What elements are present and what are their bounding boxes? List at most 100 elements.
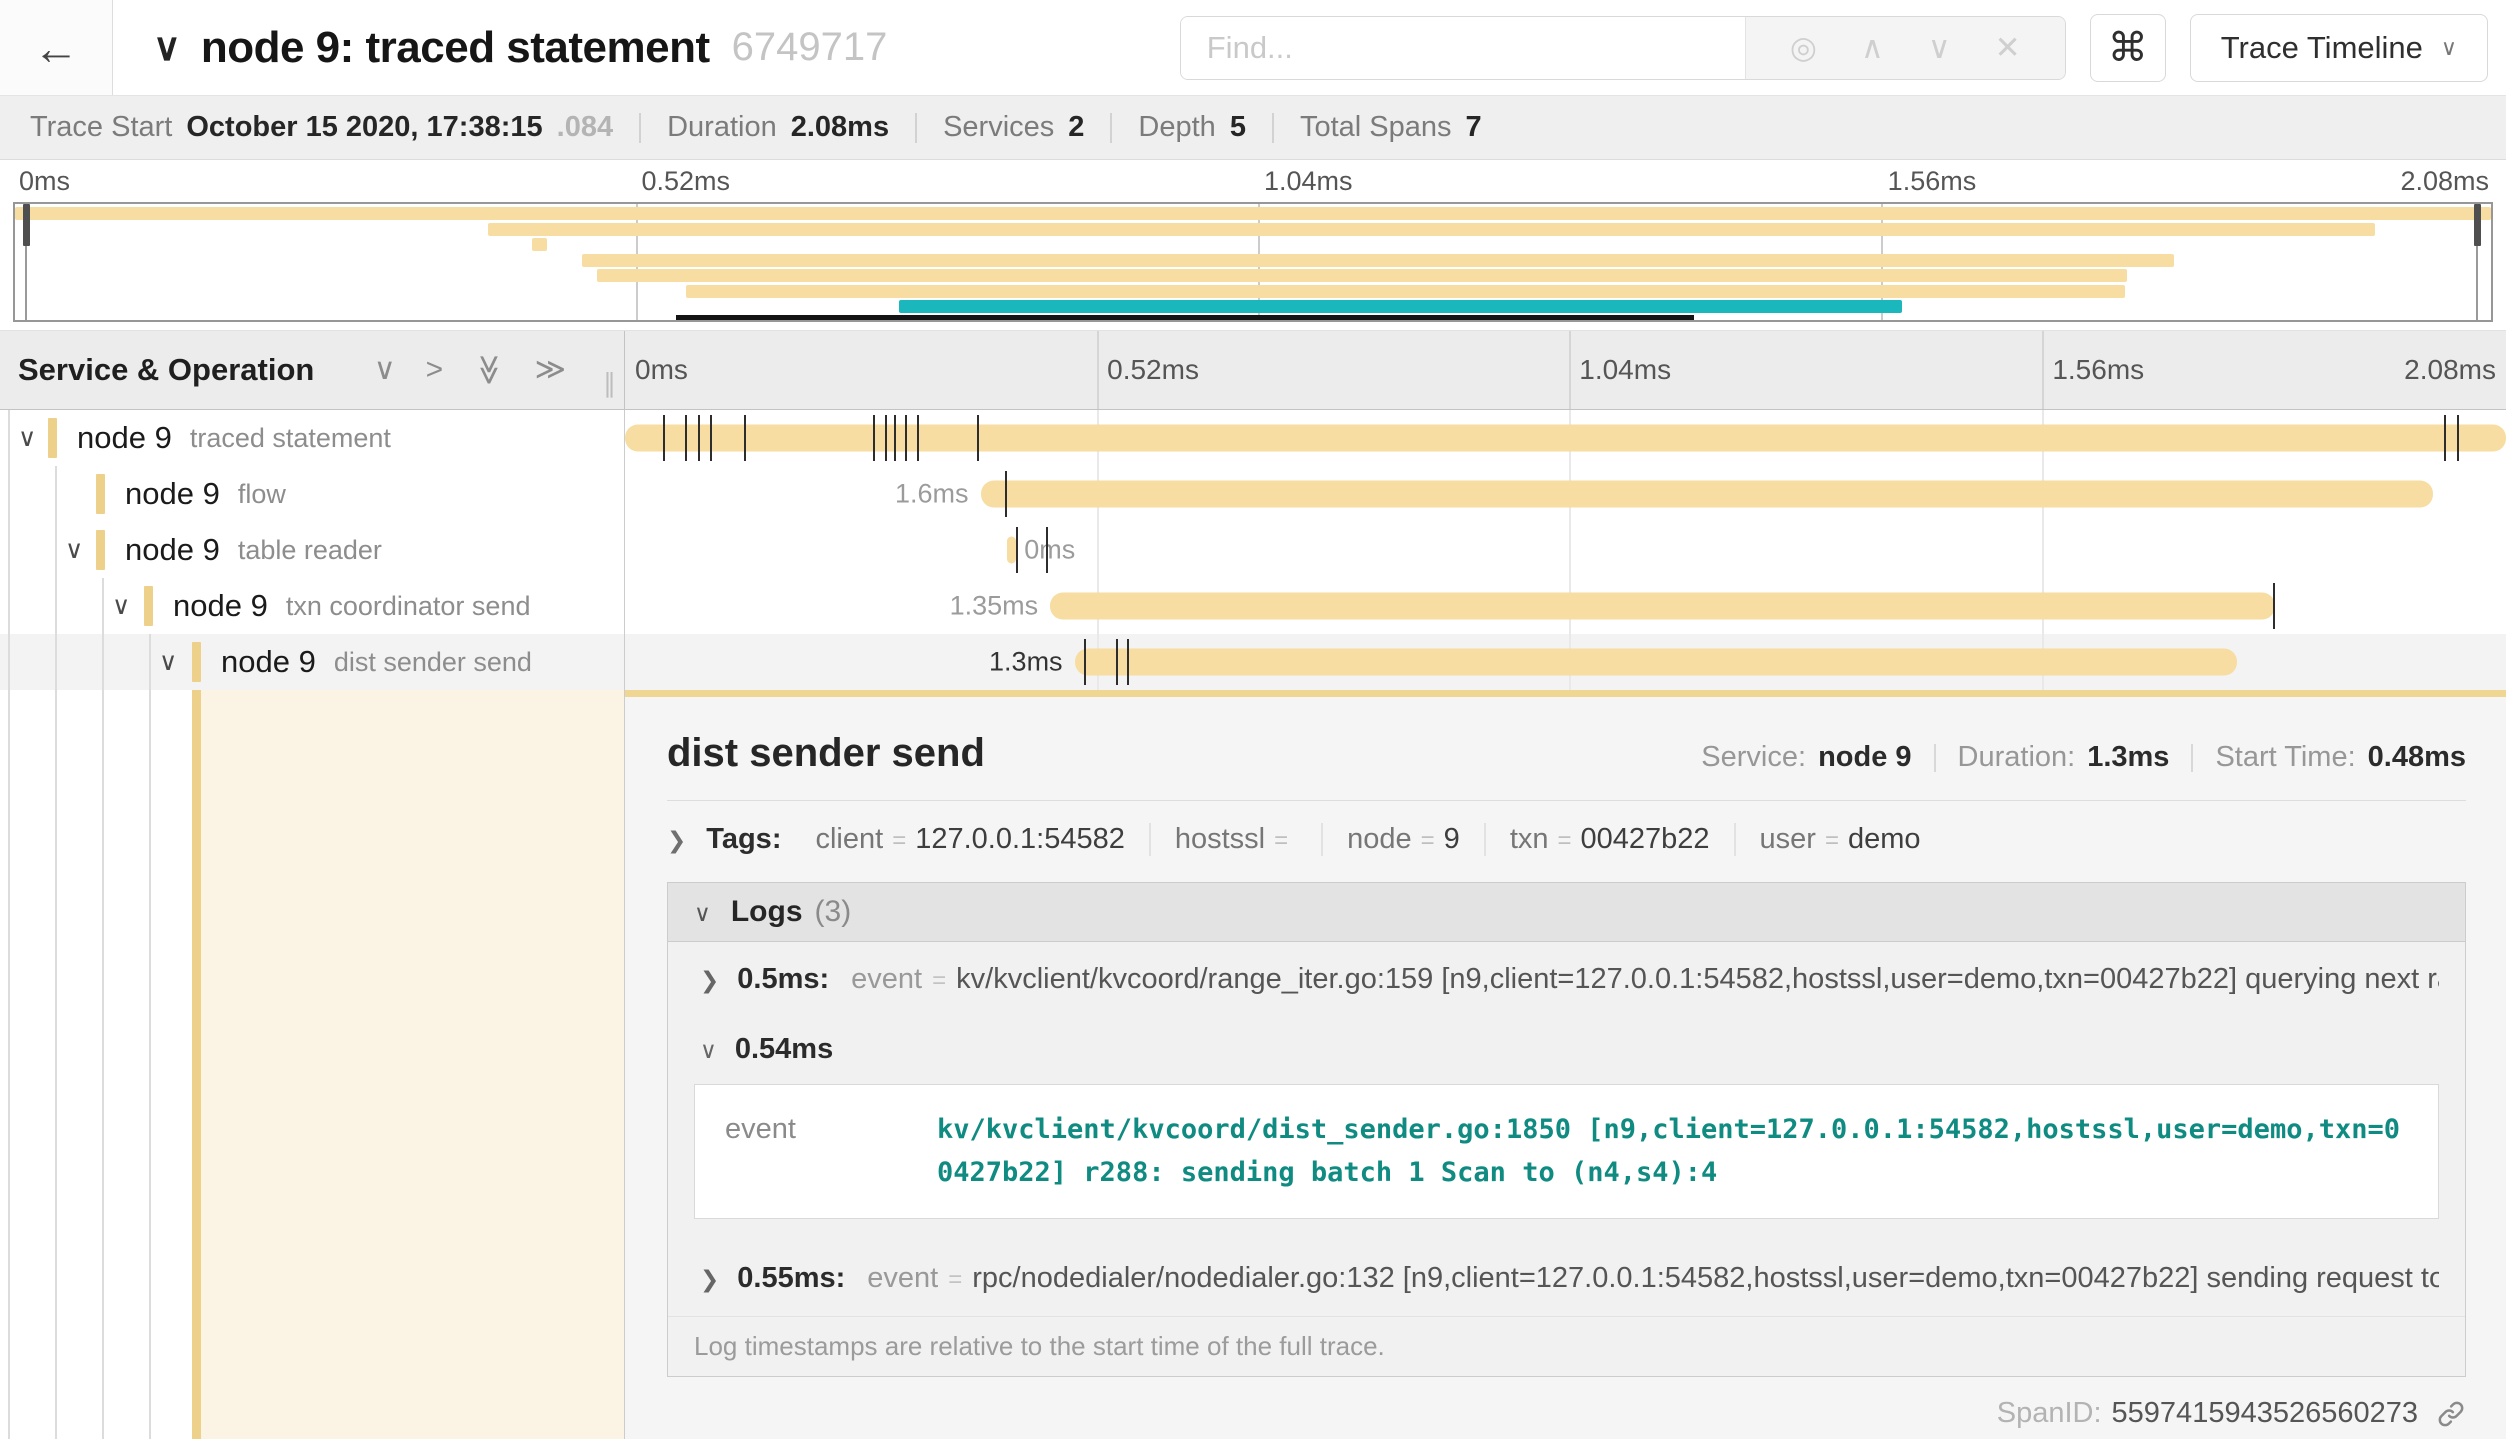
logs-section: ∨ Logs (3) ❯0.5ms:event=kv/kvclient/kvco… xyxy=(667,882,2466,1377)
separator xyxy=(1272,113,1274,143)
clear-search-icon[interactable]: ✕ xyxy=(1995,30,2021,66)
back-arrow-icon: ← xyxy=(33,21,79,75)
span-name-cell[interactable]: node 9flow xyxy=(0,466,625,522)
log-entry-collapsed[interactable]: ❯0.55ms:event=rpc/nodedialer/nodedialer.… xyxy=(668,1241,2465,1316)
span-timeline-cell[interactable] xyxy=(625,410,2506,466)
log-marker-tick xyxy=(2273,583,2275,629)
log-entry-expanded-header[interactable]: ∨0.54ms xyxy=(668,1017,2465,1072)
chevron-down-icon[interactable]: ∨ xyxy=(65,535,83,565)
tag-item: client=127.0.0.1:54582 xyxy=(791,823,1148,856)
summary-label: Duration xyxy=(667,111,777,144)
span-detail-title: dist sender send xyxy=(667,731,985,776)
tags-row[interactable]: ❯ Tags: client=127.0.0.1:54582hostssl=no… xyxy=(667,823,2466,856)
span-detail-panel: dist sender send Service:node 9Duration:… xyxy=(625,690,2506,1439)
span-service-name: node 9 xyxy=(0,588,268,624)
trace-summary-item: Services2 xyxy=(943,111,1084,144)
log-marker-tick xyxy=(1127,639,1129,685)
span-timeline-cell[interactable]: 0ms xyxy=(625,522,2506,578)
tag-value: 00427b22 xyxy=(1581,823,1710,856)
log-marker-tick xyxy=(905,415,907,461)
span-name-cell[interactable]: ∨node 9traced statement xyxy=(0,410,625,466)
span-duration-bar[interactable] xyxy=(1007,537,1016,564)
minimap-canvas[interactable] xyxy=(13,202,2493,322)
tags-list: client=127.0.0.1:54582hostssl=node=9txn=… xyxy=(791,823,1944,856)
back-button[interactable]: ← xyxy=(0,0,113,95)
tree-guide-line xyxy=(8,522,10,578)
log-marker-tick xyxy=(698,415,700,461)
log-field-equals: = xyxy=(932,967,946,995)
separator xyxy=(915,113,917,143)
log-marker-tick xyxy=(744,415,746,461)
minimap-span-bar xyxy=(686,285,2125,298)
log-marker-tick xyxy=(977,415,979,461)
log-entry-collapsed[interactable]: ❯0.5ms:event=kv/kvclient/kvcoord/range_i… xyxy=(668,942,2465,1017)
chevron-right-icon: ❯ xyxy=(700,967,719,994)
link-icon[interactable] xyxy=(2436,1399,2466,1429)
tree-guide-line xyxy=(8,410,10,466)
minimap-scrubber-handle[interactable] xyxy=(23,204,30,246)
chevron-down-icon[interactable]: ∨ xyxy=(374,355,396,385)
log-event-value: kv/kvclient/kvcoord/dist_sender.go:1850 … xyxy=(937,1109,2408,1194)
span-row: ∨node 9 table reader 0ms xyxy=(0,522,2506,578)
chevron-down-icon[interactable]: ∨ xyxy=(159,647,177,677)
minimap-time-label: 0ms xyxy=(19,166,70,197)
detail-meta-value: 1.3ms xyxy=(2087,741,2169,773)
span-name-cell[interactable]: ∨node 9 table reader xyxy=(0,522,625,578)
span-duration-bar[interactable] xyxy=(1050,593,2275,620)
trace-collapse-chevron-icon[interactable]: ∨ xyxy=(153,25,181,70)
chevron-down-icon[interactable]: ∨ xyxy=(112,591,130,621)
next-match-icon[interactable]: ∨ xyxy=(1928,30,1951,66)
trace-page-header: ← ∨ node 9: traced statement 6749717 ◎∧∨… xyxy=(0,0,2506,96)
double-chevron-right-icon[interactable]: ≫ xyxy=(535,355,566,385)
log-marker-tick xyxy=(1084,639,1086,685)
span-name-cell[interactable]: ∨node 9dist sender send xyxy=(0,634,625,690)
double-chevron-down-icon[interactable]: ≫ xyxy=(474,354,504,385)
tag-item: user=demo xyxy=(1734,823,1945,856)
tree-guide-line xyxy=(55,522,57,578)
logs-header[interactable]: ∨ Logs (3) xyxy=(668,883,2465,942)
tree-guide-line xyxy=(149,690,151,1439)
span-duration-bar[interactable] xyxy=(1075,649,2237,676)
logs-count: (3) xyxy=(815,895,852,929)
locate-match-icon[interactable]: ◎ xyxy=(1790,30,1817,66)
chevron-down-icon[interactable]: ∨ xyxy=(18,423,36,453)
span-operation-name: txn coordinator send xyxy=(286,591,531,622)
span-timeline-cell[interactable]: 1.3ms xyxy=(625,634,2506,690)
log-field-equals: = xyxy=(948,1266,962,1294)
span-duration-label: 1.35ms xyxy=(950,591,1039,622)
summary-label: Trace Start xyxy=(30,111,172,144)
span-id-value: 5597415943526560273 xyxy=(2112,1397,2418,1430)
tag-key: hostssl xyxy=(1175,823,1265,856)
find-input[interactable] xyxy=(1181,17,1745,79)
span-timeline-cell[interactable]: 1.35ms xyxy=(625,578,2506,634)
ruler-tick-label: 1.04ms xyxy=(1579,354,1671,386)
span-timeline-cell[interactable]: 1.6ms xyxy=(625,466,2506,522)
log-marker-tick xyxy=(2444,415,2446,461)
detail-meta-item: Service:node 9 xyxy=(1701,741,1911,774)
find-group: ◎ ∧ ∨ ✕ xyxy=(1180,16,2066,80)
chevron-right-icon[interactable]: > xyxy=(426,355,444,385)
span-color-swatch xyxy=(96,530,105,570)
keyboard-shortcuts-button[interactable]: ⌘ xyxy=(2090,14,2166,82)
service-operation-title: Service & Operation xyxy=(18,352,314,388)
span-service-name: node 9 xyxy=(0,644,316,680)
find-controls: ◎ ∧ ∨ ✕ xyxy=(1745,17,2065,79)
span-operation-name: table reader xyxy=(238,535,382,566)
span-duration-bar[interactable] xyxy=(981,481,2433,508)
column-resize-handle[interactable]: ∥ xyxy=(603,368,616,399)
span-service-name: node 9 xyxy=(0,532,220,568)
summary-label: Depth xyxy=(1138,111,1215,144)
trace-view-select[interactable]: Trace Timeline ∨ xyxy=(2190,14,2488,82)
minimap-viewport-indicator xyxy=(676,315,1694,320)
summary-value: 7 xyxy=(1466,111,1482,144)
tag-key: node xyxy=(1347,823,1412,856)
minimap-scrubber-handle[interactable] xyxy=(2474,204,2481,246)
previous-match-icon[interactable]: ∧ xyxy=(1861,30,1884,66)
minimap-time-labels: 0ms0.52ms1.04ms1.56ms2.08ms xyxy=(13,166,2493,202)
span-color-swatch xyxy=(96,474,105,514)
span-operation-name: traced statement xyxy=(190,423,391,454)
span-name-cell[interactable]: ∨node 9 txn coordinator send xyxy=(0,578,625,634)
trace-summary-item: Total Spans7 xyxy=(1300,111,1482,144)
log-timestamp: 0.54ms xyxy=(735,1033,833,1066)
log-marker-tick xyxy=(2457,415,2459,461)
